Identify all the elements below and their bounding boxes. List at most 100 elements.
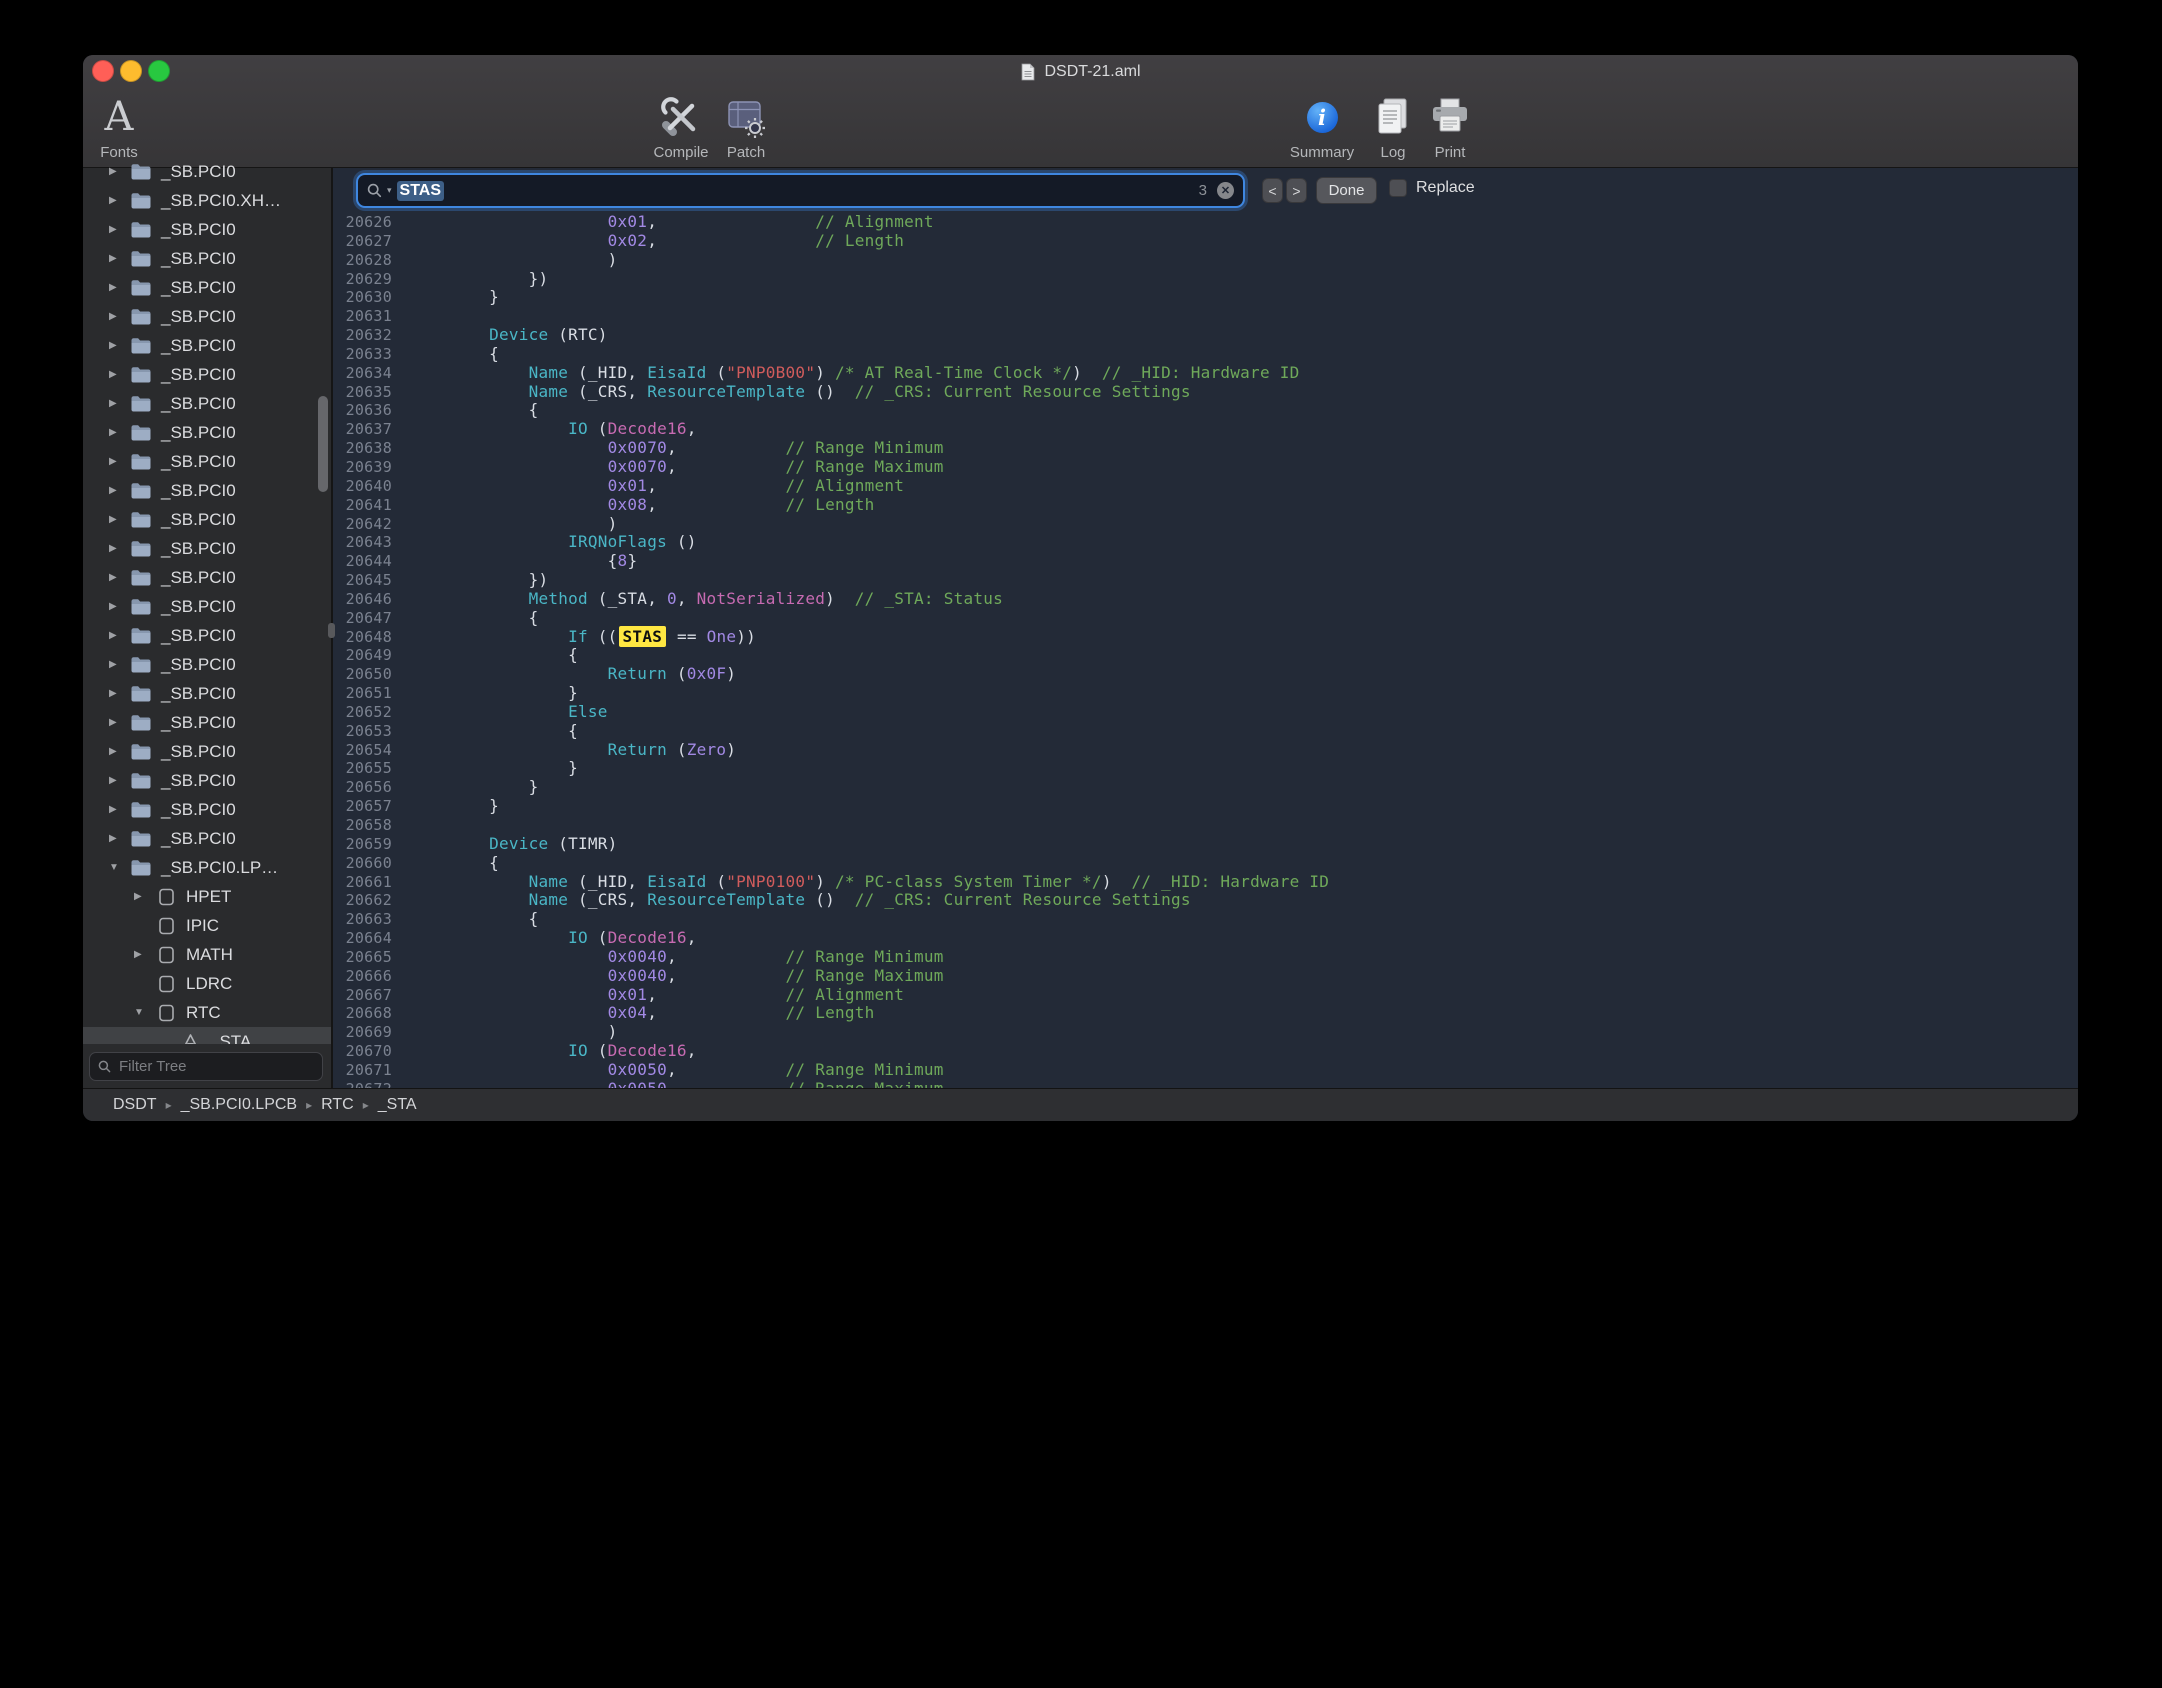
disclosure-right-icon[interactable]: ▶ xyxy=(109,833,129,844)
code-text: Return (Zero) xyxy=(410,740,736,759)
tree-item--sb-pci0[interactable]: ▶_SB.PCI0 xyxy=(83,331,331,360)
tree-item-ldrc[interactable]: LDRC xyxy=(83,969,331,998)
tree-item-rtc[interactable]: ▼RTC xyxy=(83,998,331,1027)
tree-item--sb-pci0[interactable]: ▶_SB.PCI0 xyxy=(83,244,331,273)
disclosure-right-icon[interactable]: ▶ xyxy=(109,311,129,322)
code-line: 20647 { xyxy=(333,609,2078,628)
disclosure-right-icon[interactable]: ▶ xyxy=(109,543,129,554)
tree-item--sb-pci0[interactable]: ▶_SB.PCI0 xyxy=(83,621,331,650)
breadcrumb-item-rtc[interactable]: RTC xyxy=(321,1096,354,1114)
line-number: 20666 xyxy=(333,967,410,986)
close-button[interactable] xyxy=(92,60,114,82)
fonts-button[interactable]: A Fonts xyxy=(87,91,151,161)
line-number: 20672 xyxy=(333,1080,410,1088)
folder-icon xyxy=(129,337,153,354)
folder-icon xyxy=(129,801,153,818)
line-number: 20667 xyxy=(333,986,410,1005)
breadcrumb-item-sta[interactable]: _STA xyxy=(378,1096,417,1114)
titlebar[interactable]: DSDT-21.aml xyxy=(83,55,2078,89)
tree-item-label: _SB.PCI0 xyxy=(161,481,236,501)
tree-item--sb-pci0[interactable]: ▶_SB.PCI0 xyxy=(83,418,331,447)
code-line: 20642 ) xyxy=(333,515,2078,534)
tree-item--sb-pci0[interactable]: ▶_SB.PCI0 xyxy=(83,563,331,592)
breadcrumb-item-dsdt[interactable]: DSDT xyxy=(113,1096,157,1114)
tree-item--sb-pci0[interactable]: ▶_SB.PCI0 xyxy=(83,650,331,679)
tree-item--sb-pci0[interactable]: ▶_SB.PCI0 xyxy=(83,708,331,737)
replace-checkbox[interactable] xyxy=(1389,179,1407,197)
tree-item--sb-pci0[interactable]: ▶_SB.PCI0 xyxy=(83,592,331,621)
tree-item--sb-pci0[interactable]: ▶_SB.PCI0 xyxy=(83,302,331,331)
tree-item--sb-pci0[interactable]: ▶_SB.PCI0 xyxy=(83,505,331,534)
code-editor[interactable]: ▾ STAS 3 ✕ < > Done Replace 20626 0x01, xyxy=(333,168,2078,1088)
disclosure-down-icon[interactable]: ▼ xyxy=(109,862,129,873)
disclosure-right-icon[interactable]: ▶ xyxy=(109,485,129,496)
disclosure-right-icon[interactable]: ▶ xyxy=(109,572,129,583)
zoom-button[interactable] xyxy=(148,60,170,82)
disclosure-right-icon[interactable]: ▶ xyxy=(134,949,154,960)
pane-resize-handle[interactable] xyxy=(328,623,335,638)
disclosure-right-icon[interactable]: ▶ xyxy=(109,195,129,206)
disclosure-right-icon[interactable]: ▶ xyxy=(109,804,129,815)
disclosure-right-icon[interactable]: ▶ xyxy=(109,717,129,728)
tree-item--sb-pci0-lp-[interactable]: ▼_SB.PCI0.LP… xyxy=(83,853,331,882)
disclosure-right-icon[interactable]: ▶ xyxy=(109,253,129,264)
disclosure-right-icon[interactable]: ▶ xyxy=(109,340,129,351)
disclosure-right-icon[interactable]: ▶ xyxy=(109,398,129,409)
tree-item-label: _SB.PCI0 xyxy=(161,452,236,472)
tree-item-math[interactable]: ▶MATH xyxy=(83,940,331,969)
sidebar-scrollbar[interactable] xyxy=(318,396,328,492)
tree-item--sb-pci0[interactable]: ▶_SB.PCI0 xyxy=(83,389,331,418)
tree-item--sb-pci0[interactable]: ▶_SB.PCI0 xyxy=(83,273,331,302)
tree-item--sb-pci0[interactable]: ▶_SB.PCI0 xyxy=(83,157,331,186)
tree-item-hpet[interactable]: ▶HPET xyxy=(83,882,331,911)
disclosure-right-icon[interactable]: ▶ xyxy=(109,456,129,467)
find-next-button[interactable]: > xyxy=(1286,178,1307,203)
search-options-chevron-icon[interactable]: ▾ xyxy=(387,185,392,196)
find-previous-button[interactable]: < xyxy=(1262,178,1283,203)
tree-item--sb-pci0[interactable]: ▶_SB.PCI0 xyxy=(83,766,331,795)
tree-item--sb-pci0-xh-[interactable]: ▶_SB.PCI0.XH… xyxy=(83,186,331,215)
disclosure-right-icon[interactable]: ▶ xyxy=(109,601,129,612)
tree-item--sb-pci0[interactable]: ▶_SB.PCI0 xyxy=(83,679,331,708)
folder-icon xyxy=(129,859,153,876)
disclosure-right-icon[interactable]: ▶ xyxy=(134,891,154,902)
tree-item--sb-pci0[interactable]: ▶_SB.PCI0 xyxy=(83,534,331,563)
tree-item--sb-pci0[interactable]: ▶ _SB.PCI0 xyxy=(83,476,331,505)
line-number: 20641 xyxy=(333,496,410,515)
tree-item--sta[interactable]: _STA xyxy=(83,1027,331,1044)
disclosure-right-icon[interactable]: ▶ xyxy=(109,630,129,641)
done-button[interactable]: Done xyxy=(1316,177,1377,204)
disclosure-right-icon[interactable]: ▶ xyxy=(109,688,129,699)
disclosure-right-icon[interactable]: ▶ xyxy=(109,427,129,438)
clear-search-button[interactable]: ✕ xyxy=(1217,182,1234,199)
search-input[interactable]: ▾ STAS 3 ✕ xyxy=(358,175,1243,206)
disclosure-right-icon[interactable]: ▶ xyxy=(109,282,129,293)
disclosure-right-icon[interactable]: ▶ xyxy=(109,746,129,757)
log-button[interactable]: Log xyxy=(1367,91,1419,161)
tree-item--sb-pci0[interactable]: ▶_SB.PCI0 xyxy=(83,360,331,389)
tree-item--sb-pci0[interactable]: ▶ _SB.PCI0 xyxy=(83,447,331,476)
breadcrumb-item-lpcb[interactable]: _SB.PCI0.LPCB xyxy=(181,1096,298,1114)
tree-item-ipic[interactable]: IPIC xyxy=(83,911,331,940)
line-number: 20634 xyxy=(333,364,410,383)
filter-tree-input[interactable] xyxy=(117,1057,314,1076)
disclosure-right-icon[interactable]: ▶ xyxy=(109,166,129,177)
print-button[interactable]: Print xyxy=(1421,91,1479,161)
minimize-button[interactable] xyxy=(120,60,142,82)
disclosure-right-icon[interactable]: ▶ xyxy=(109,369,129,380)
filter-tree-field[interactable] xyxy=(89,1052,323,1081)
tree-item--sb-pci0[interactable]: ▶_SB.PCI0 xyxy=(83,795,331,824)
tree-item--sb-pci0[interactable]: ▶ _SB.PCI0 xyxy=(83,737,331,766)
patch-button[interactable]: Patch xyxy=(709,91,783,161)
disclosure-right-icon[interactable]: ▶ xyxy=(109,514,129,525)
disclosure-right-icon[interactable]: ▶ xyxy=(109,775,129,786)
tree-item--sb-pci0[interactable]: ▶_SB.PCI0 xyxy=(83,824,331,853)
tree-item-label: _SB.PCI0 xyxy=(161,742,236,762)
line-number: 20627 xyxy=(333,232,410,251)
disclosure-right-icon[interactable]: ▶ xyxy=(109,224,129,235)
disclosure-down-icon[interactable]: ▼ xyxy=(134,1007,154,1018)
disclosure-right-icon[interactable]: ▶ xyxy=(109,659,129,670)
line-number: 20665 xyxy=(333,948,410,967)
summary-button[interactable]: i Summary xyxy=(1280,91,1364,161)
tree-item--sb-pci0[interactable]: ▶_SB.PCI0 xyxy=(83,215,331,244)
